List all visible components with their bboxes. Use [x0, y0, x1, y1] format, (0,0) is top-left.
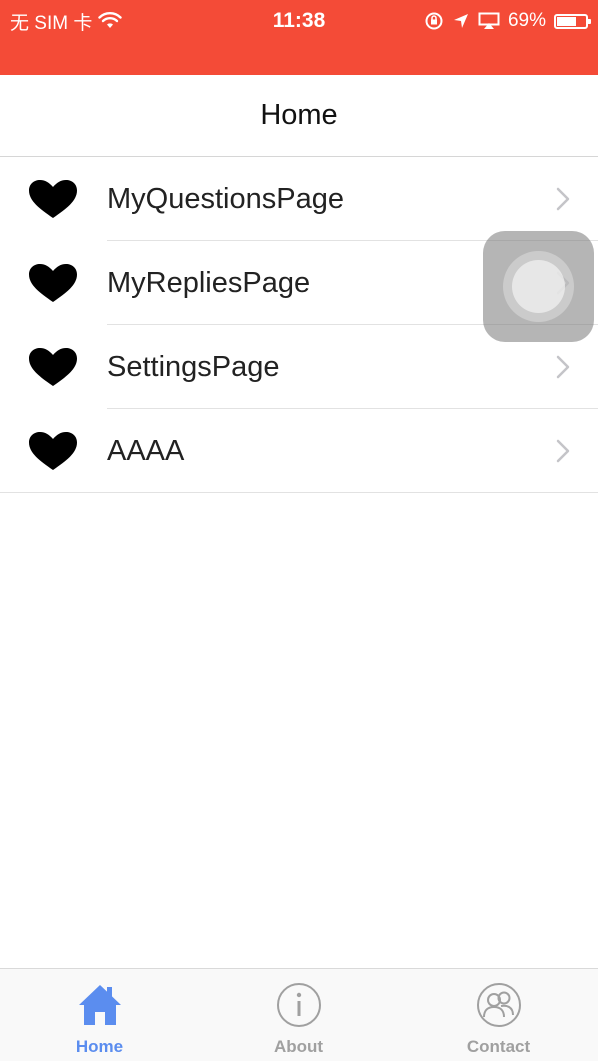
- battery-percent: 69%: [507, 10, 546, 31]
- chevron-right-icon: [556, 355, 570, 379]
- battery-icon: [554, 13, 591, 29]
- status-bar: 无 SIM 卡 11:38 69%: [0, 0, 598, 75]
- heart-icon: [29, 264, 77, 302]
- assistive-touch-inner-ring: [512, 260, 565, 313]
- assistive-touch-button[interactable]: [483, 231, 594, 342]
- contacts-icon: [476, 983, 521, 1027]
- tab-bar: Home About Contact: [0, 968, 598, 1061]
- list-item-label: MyRepliesPage: [107, 267, 311, 299]
- tab-label: About: [273, 1037, 324, 1056]
- list-item-aaaa[interactable]: AAAA: [0, 409, 598, 493]
- home-icon: [78, 985, 121, 1025]
- battery-fill: [557, 16, 577, 26]
- heart-icon: [29, 432, 77, 470]
- heart-icon: [29, 348, 77, 386]
- tab-home[interactable]: Home: [0, 969, 199, 1061]
- list-item-my-questions[interactable]: MyQuestionsPage: [0, 157, 598, 241]
- list-item-label: AAAA: [107, 435, 185, 467]
- tab-about[interactable]: About: [199, 969, 398, 1061]
- page-title: Home: [260, 99, 338, 131]
- status-right: 69%: [424, 8, 591, 34]
- list-item-label: MyQuestionsPage: [107, 183, 344, 215]
- navigation-bar: Home: [0, 75, 598, 157]
- info-icon: [276, 983, 321, 1027]
- tab-label: Contact: [466, 1037, 531, 1056]
- chevron-right-icon: [556, 187, 570, 211]
- orientation-lock-icon: [425, 12, 443, 30]
- chevron-right-icon: [556, 439, 570, 463]
- heart-icon: [29, 180, 77, 218]
- tab-contact[interactable]: Contact: [399, 969, 598, 1061]
- location-arrow-icon: [453, 14, 468, 28]
- airplay-icon: [478, 12, 500, 29]
- list-item-label: SettingsPage: [107, 351, 280, 383]
- tab-label: Home: [75, 1037, 124, 1056]
